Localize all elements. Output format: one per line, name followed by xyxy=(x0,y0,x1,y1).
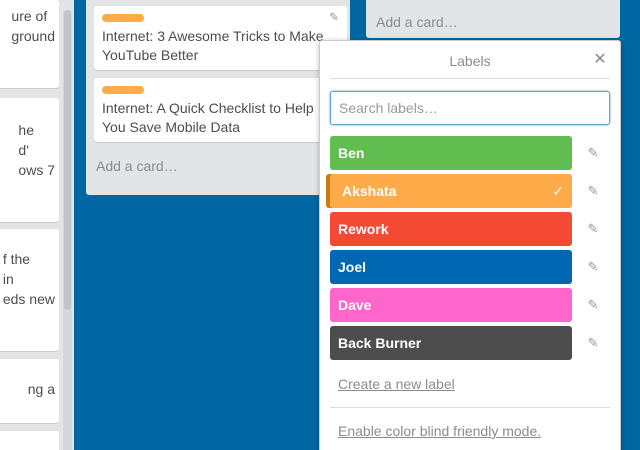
label-row-dave: Dave ✎ xyxy=(330,288,615,322)
card-label xyxy=(102,86,144,94)
pencil-icon[interactable]: ✎ xyxy=(329,10,339,24)
card-title: f the in eds new xyxy=(2,251,55,307)
popover-title: Labels xyxy=(449,53,491,69)
label-akshata[interactable]: Akshata ✓ xyxy=(330,174,572,208)
divider xyxy=(330,407,610,408)
label-name: Joel xyxy=(338,259,367,275)
card-title: he d' ows 7 xyxy=(18,122,55,178)
card-title: ure of ground xyxy=(11,8,55,44)
label-name: Dave xyxy=(338,297,372,313)
card-title: ng a xyxy=(27,381,55,397)
card-title: Internet: A Quick Checklist to Help You … xyxy=(102,100,314,135)
label-row-akshata: Akshata ✓ ✎ xyxy=(330,174,615,208)
label-name: Back Burner xyxy=(338,335,422,351)
label-dave[interactable]: Dave xyxy=(330,288,572,322)
label-joel[interactable]: Joel xyxy=(330,250,572,284)
pencil-icon[interactable]: ✎ xyxy=(583,288,603,322)
add-card-button[interactable]: Add a card… xyxy=(376,14,458,30)
label-name: Akshata xyxy=(342,183,397,199)
pencil-icon[interactable]: ✎ xyxy=(583,136,603,170)
label-row-rework: Rework ✎ xyxy=(330,212,615,246)
card-label xyxy=(102,14,144,22)
label-name: Ben xyxy=(338,145,365,161)
label-back-burner[interactable]: Back Burner xyxy=(330,326,572,360)
list-card[interactable]: f the in eds new xyxy=(0,229,59,351)
list-card[interactable] xyxy=(0,431,59,450)
checkmark-icon: ✓ xyxy=(552,183,564,199)
label-rework[interactable]: Rework xyxy=(330,212,572,246)
search-labels-input[interactable] xyxy=(330,91,610,125)
label-row-ben: Ben ✎ xyxy=(330,136,615,170)
list-card[interactable]: ure of ground xyxy=(0,0,59,88)
pencil-icon[interactable]: ✎ xyxy=(583,212,603,246)
create-label-link[interactable]: Create a new label xyxy=(338,376,455,392)
label-row-joel: Joel ✎ xyxy=(330,250,615,284)
label-name: Rework xyxy=(338,221,389,237)
pencil-icon[interactable]: ✎ xyxy=(583,174,603,208)
list-card[interactable]: Internet: A Quick Checklist to Help You … xyxy=(94,78,347,142)
list-card[interactable]: he d' ows 7 xyxy=(0,98,59,222)
pencil-icon[interactable]: ✎ xyxy=(583,250,603,284)
add-card-button[interactable]: Add a card… xyxy=(96,158,178,174)
label-ben[interactable]: Ben xyxy=(330,136,572,170)
list-card[interactable]: ng a xyxy=(0,359,59,423)
labels-popover: Labels ✕ Ben ✎ Akshata ✓ ✎ Rework ✎ Joel… xyxy=(319,40,621,450)
list-card[interactable]: Internet: 3 Awesome Tricks to Make YouTu… xyxy=(94,6,347,70)
label-row-back-burner: Back Burner ✎ xyxy=(330,326,615,360)
pencil-icon[interactable]: ✎ xyxy=(583,326,603,360)
color-blind-mode-link[interactable]: Enable color blind friendly mode. xyxy=(338,423,541,439)
close-icon[interactable]: ✕ xyxy=(592,52,608,68)
popover-header: Labels ✕ xyxy=(330,41,610,79)
card-title: Internet: 3 Awesome Tricks to Make YouTu… xyxy=(102,28,324,63)
list-scrollbar-thumb[interactable] xyxy=(64,10,71,310)
